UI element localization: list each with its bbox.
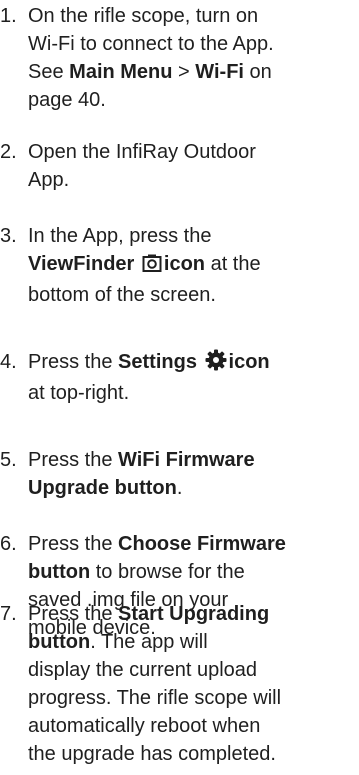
text: Press the [28, 351, 119, 373]
step-text: Press the Settings icon at top-right. [28, 348, 359, 407]
menu-ref: Main Menu [69, 61, 173, 83]
step-line: On the rifle scope, turn on [28, 5, 259, 27]
step-line: display the current upload [28, 659, 258, 681]
instruction-list: 1. On the rifle scope, turn on Wi-Fi to … [0, 0, 359, 775]
step-line: Upgrade button. [28, 474, 359, 502]
text: . The app will [90, 631, 208, 653]
ui-ref: ViewFinder [28, 253, 135, 275]
step-line: ViewFinder icon at the [28, 250, 359, 281]
text: at the [205, 253, 261, 275]
ui-ref: icon [228, 351, 270, 373]
step-line: Press the Settings icon [28, 348, 359, 379]
step-number: 7. [0, 603, 17, 625]
step-text: Press the WiFi Firmware Upgrade button. [28, 446, 359, 502]
step-line: See Main Menu > Wi-Fi on [28, 58, 359, 86]
step-line: In the App, press the [28, 225, 212, 247]
step-line: at top-right. [28, 382, 130, 404]
text: See [28, 61, 70, 83]
text: Press the [28, 533, 119, 555]
step-line: Wi-Fi to connect to the App. [28, 33, 274, 55]
step-number: 4. [0, 351, 17, 373]
step-text: In the App, press the ViewFinder icon at… [28, 222, 359, 309]
step-line: button. The app will [28, 628, 359, 656]
step-line: App. [28, 169, 70, 191]
text: Press the [28, 449, 119, 471]
viewfinder-camera-icon [142, 253, 162, 281]
step-text: Press the Start Upgrading button. The ap… [28, 600, 359, 768]
menu-ref: Wi-Fi [195, 61, 244, 83]
ui-ref: WiFi Firmware [118, 449, 255, 471]
step-number: 3. [0, 225, 17, 247]
step-text: Open the InfiRay Outdoor App. [28, 138, 359, 194]
ui-ref: Upgrade button [28, 477, 177, 499]
step-line: Press the WiFi Firmware [28, 446, 359, 474]
ui-ref: icon [163, 253, 206, 275]
step-line: automatically reboot when [28, 715, 261, 737]
ui-ref: Start Upgrading [118, 603, 270, 625]
step-line: Press the Start Upgrading [28, 600, 359, 628]
step-number: 6. [0, 533, 17, 555]
step-number: 5. [0, 449, 17, 471]
step-line: bottom of the screen. [28, 284, 216, 306]
step-line: progress. The rifle scope will [28, 687, 282, 709]
step-line: page 40. [28, 89, 106, 111]
ui-ref: Choose Firmware [118, 533, 286, 555]
step-line: Open the InfiRay Outdoor [28, 141, 256, 163]
ui-ref: button [28, 561, 91, 583]
text: Press the [28, 603, 119, 625]
ui-ref: button [28, 631, 91, 653]
ui-ref: Settings [118, 351, 197, 373]
step-number: 2. [0, 141, 17, 163]
text: to browse for the [90, 561, 245, 583]
step-number: 1. [0, 5, 17, 27]
step-line: the upgrade has completed. [28, 743, 276, 765]
text: on [244, 61, 272, 83]
step-text: On the rifle scope, turn on Wi-Fi to con… [28, 2, 359, 114]
step-line: Press the Choose Firmware [28, 530, 359, 558]
step-line: button to browse for the [28, 558, 359, 586]
separator: > [172, 61, 196, 83]
gear-icon [205, 349, 227, 379]
text: . [176, 477, 183, 499]
